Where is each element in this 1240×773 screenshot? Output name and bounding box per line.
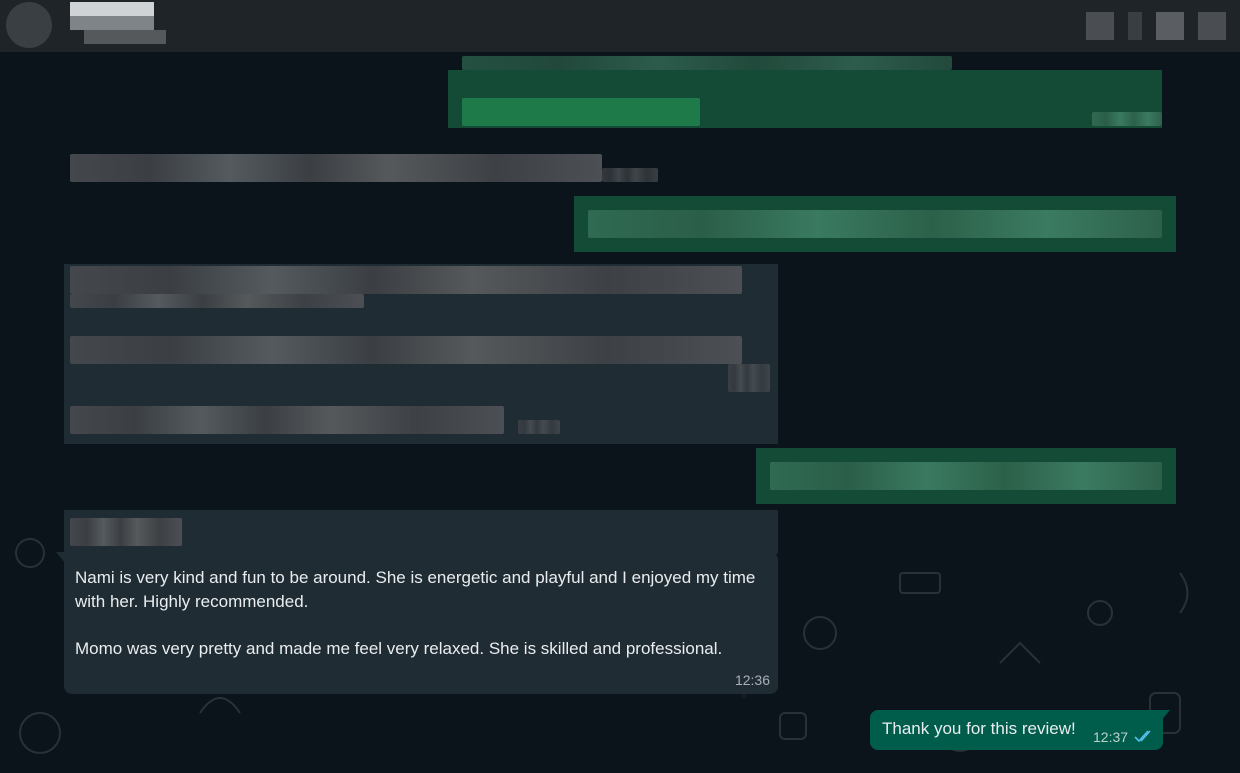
menu-icon[interactable] [1198,12,1226,40]
redacted-text [462,98,700,126]
message-timestamp: 12:37 [1093,729,1129,745]
redacted-text [588,210,1162,238]
double-check-read-icon [1134,730,1151,743]
redacted-text [70,294,364,308]
redacted-text [70,336,742,364]
outgoing-bubble-tail [1160,710,1170,722]
contact-avatar[interactable] [6,2,52,48]
redacted-timestamp [602,168,658,182]
redacted-text [70,154,602,182]
incoming-message-review[interactable]: Nami is very kind and fun to be around. … [64,552,778,694]
redacted-text [770,462,1162,490]
redacted-sender-name [70,518,182,546]
redacted-timestamp [1092,112,1162,126]
redacted-timestamp [728,364,770,392]
chat-header[interactable] [0,0,1240,52]
contact-name-redacted[interactable] [70,2,166,50]
outgoing-message-reply[interactable]: Thank you for this review! 12:37 [870,710,1163,750]
message-text: Nami is very kind and fun to be around. … [75,568,756,658]
message-timestamp: 12:36 [734,672,770,688]
search-icon[interactable] [1156,12,1184,40]
redacted-text [70,406,504,434]
redacted-timestamp [518,420,560,434]
message-text: Thank you for this review! [882,719,1076,738]
redacted-text [462,56,952,70]
voice-call-icon[interactable] [1128,12,1142,40]
redacted-text [70,266,742,294]
video-call-icon[interactable] [1086,12,1114,40]
